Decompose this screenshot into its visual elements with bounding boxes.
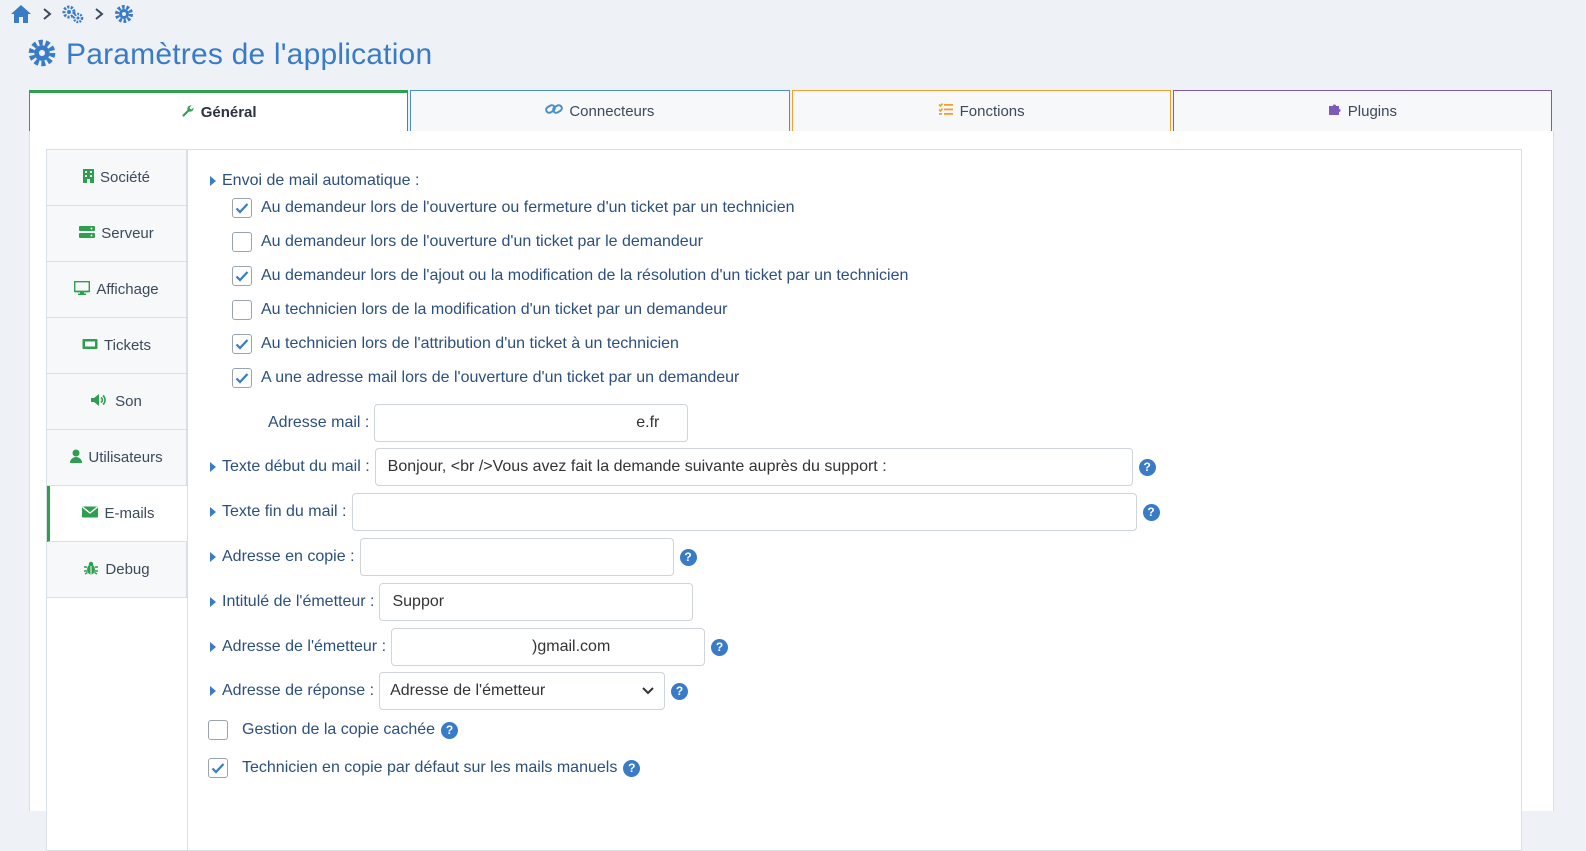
- sender-address-input[interactable]: )gmail.com: [391, 628, 706, 666]
- sender-name-input[interactable]: Suppor: [379, 583, 694, 621]
- help-icon[interactable]: ?: [441, 721, 459, 739]
- sidebar-item-emails[interactable]: E-mails: [47, 486, 187, 542]
- volume-icon: [91, 393, 109, 411]
- checkbox[interactable]: [232, 266, 252, 286]
- sidebar-item-societe[interactable]: Société: [47, 150, 187, 206]
- caret-right-icon: [210, 597, 216, 607]
- tech-cc-checkbox[interactable]: [208, 758, 228, 778]
- wrench-icon: [181, 104, 195, 122]
- building-icon: [82, 168, 94, 187]
- checkbox[interactable]: [232, 232, 252, 252]
- page-header: Paramètres de l'application: [28, 38, 432, 72]
- cc-row: Adresse en copie : ?: [210, 538, 697, 576]
- auto-mail-option[interactable]: Au demandeur lors de l'ajout ou la modif…: [232, 266, 908, 286]
- tech-cc-row[interactable]: Technicien en copie par défaut sur les m…: [208, 758, 641, 778]
- main-panel: Société Serveur Affichage Tickets Son Ut…: [29, 131, 1554, 851]
- auto-mail-heading: Envoi de mail automatique :: [210, 172, 419, 190]
- settings-box: Société Serveur Affichage Tickets Son Ut…: [46, 149, 1522, 851]
- sidebar-item-son[interactable]: Son: [47, 374, 187, 430]
- help-icon[interactable]: ?: [1142, 503, 1160, 521]
- help-icon[interactable]: ?: [679, 548, 697, 566]
- emails-settings: Envoi de mail automatique : Au demandeur…: [187, 150, 1521, 850]
- sidebar-item-tickets[interactable]: Tickets: [47, 318, 187, 374]
- main-tabs: Général Connecteurs Fonctions Plugins: [29, 90, 1552, 132]
- help-icon[interactable]: ?: [1138, 458, 1156, 476]
- tab-plugins[interactable]: Plugins: [1172, 90, 1552, 132]
- tab-general[interactable]: Général: [29, 90, 409, 132]
- end-text-input[interactable]: [351, 493, 1137, 531]
- tab-connecteurs[interactable]: Connecteurs: [410, 90, 790, 132]
- auto-mail-option[interactable]: Au demandeur lors de l'ouverture ou ferm…: [232, 198, 795, 218]
- help-icon[interactable]: ?: [623, 759, 641, 777]
- page-title: Paramètres de l'application: [66, 38, 433, 71]
- sidebar-item-utilisateurs[interactable]: Utilisateurs: [47, 430, 187, 486]
- mail-address-row: Adresse mail : e.fr: [268, 404, 689, 442]
- sidebar-item-serveur[interactable]: Serveur: [47, 206, 187, 262]
- mail-address-input[interactable]: e.fr: [374, 404, 689, 442]
- chevron-right-icon: [40, 7, 54, 21]
- auto-mail-option[interactable]: A une adresse mail lors de l'ouverture d…: [232, 368, 739, 388]
- checkbox[interactable]: [232, 368, 252, 388]
- caret-right-icon: [210, 507, 216, 517]
- checkbox[interactable]: [232, 334, 252, 354]
- ticket-icon: [82, 337, 98, 354]
- start-text-input[interactable]: Bonjour, <br />Vous avez fait la demande…: [374, 448, 1133, 486]
- reply-address-row: Adresse de réponse : Adresse de l'émette…: [210, 672, 689, 710]
- list-check-icon: [938, 102, 954, 120]
- sender-address-row: Adresse de l'émetteur : )gmail.com ?: [210, 628, 729, 666]
- sidebar-item-debug[interactable]: Debug: [47, 542, 187, 598]
- tab-fonctions[interactable]: Fonctions: [791, 90, 1171, 132]
- sidebar-item-affichage[interactable]: Affichage: [47, 262, 187, 318]
- caret-right-icon: [210, 642, 216, 652]
- help-icon[interactable]: ?: [711, 638, 729, 656]
- gear-icon[interactable]: [114, 4, 134, 24]
- start-text-row: Texte début du mail : Bonjour, <br />Vou…: [210, 448, 1156, 486]
- chevron-right-icon: [92, 7, 106, 21]
- auto-mail-option[interactable]: Au demandeur lors de l'ouverture d'un ti…: [232, 232, 703, 252]
- sender-name-row: Intitulé de l'émetteur : Suppor: [210, 583, 694, 621]
- server-icon: [79, 225, 96, 243]
- help-icon[interactable]: ?: [671, 682, 689, 700]
- gear-icon: [28, 39, 56, 72]
- reply-address-select[interactable]: Adresse de l'émetteur: [379, 672, 666, 710]
- bug-icon: [83, 561, 99, 579]
- end-text-row: Texte fin du mail : ?: [210, 493, 1160, 531]
- home-icon[interactable]: [10, 4, 32, 24]
- checkbox[interactable]: [232, 300, 252, 320]
- puzzle-icon: [1328, 102, 1342, 120]
- caret-right-icon: [210, 552, 216, 562]
- caret-right-icon: [210, 686, 216, 696]
- bcc-checkbox[interactable]: [208, 720, 228, 740]
- chevron-down-icon: [642, 682, 654, 700]
- auto-mail-option[interactable]: Au technicien lors de l'attribution d'un…: [232, 334, 679, 354]
- link-icon: [545, 102, 564, 120]
- envelope-icon: [82, 505, 99, 522]
- cc-input[interactable]: [359, 538, 674, 576]
- settings-sidebar: Société Serveur Affichage Tickets Son Ut…: [47, 150, 187, 598]
- desktop-icon: [73, 280, 91, 299]
- breadcrumb: [10, 4, 134, 24]
- auto-mail-option[interactable]: Au technicien lors de la modification d'…: [232, 300, 727, 320]
- bcc-row[interactable]: Gestion de la copie cachée ?: [208, 720, 459, 740]
- checkbox[interactable]: [232, 198, 252, 218]
- user-icon: [70, 449, 83, 467]
- caret-right-icon: [210, 176, 216, 186]
- caret-right-icon: [210, 462, 216, 472]
- gears-icon[interactable]: [62, 4, 84, 24]
